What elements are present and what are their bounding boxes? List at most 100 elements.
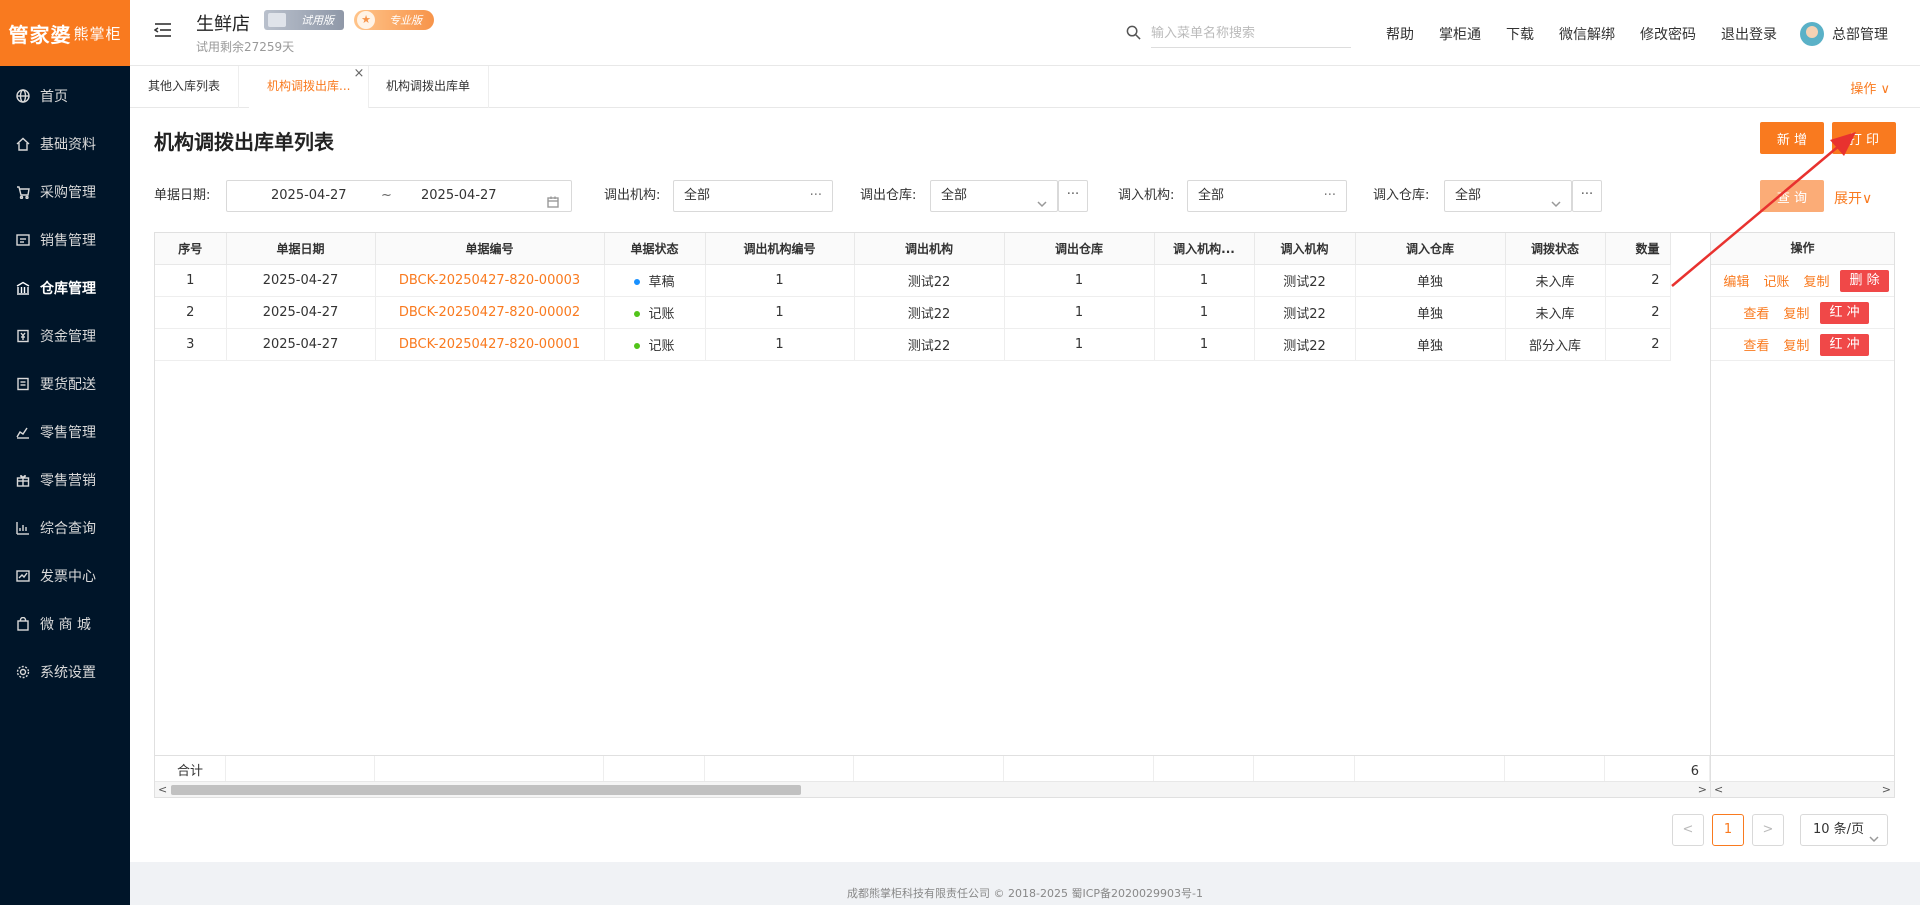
sidebar-item-label: 采购管理 <box>40 185 96 201</box>
table-row[interactable]: 1 2025-04-27 DBCK-20250427-820-00003 草稿 1 测试2… <box>155 264 1671 297</box>
in-wh-label: 调入仓库: <box>1373 188 1430 203</box>
bag-icon <box>16 617 30 631</box>
out-wh-label: 调出仓库: <box>860 188 917 203</box>
expand-filters-link[interactable]: 展开∨ <box>1834 188 1872 208</box>
date-label: 单据日期: <box>154 188 211 203</box>
op-link[interactable]: 记账 <box>1763 271 1789 290</box>
op-link[interactable]: 查看 <box>1743 303 1769 322</box>
date-range-picker[interactable]: 2025-04-27 ~ 2025-04-27 <box>226 180 572 212</box>
column-header[interactable]: 调拨状态 <box>1505 233 1606 265</box>
avatar[interactable] <box>1800 22 1824 46</box>
sidebar-item-10[interactable]: 发票中心 <box>0 552 130 600</box>
header-link-2[interactable]: 下载 <box>1506 24 1534 44</box>
header-link-0[interactable]: 帮助 <box>1386 24 1414 44</box>
sidebar-item-12[interactable]: 系统设置 <box>0 648 130 696</box>
out-wh-more-button[interactable]: ··· <box>1058 180 1088 212</box>
op-link[interactable]: 复制 <box>1803 271 1829 290</box>
print-button[interactable]: 打 印 <box>1832 122 1896 154</box>
tab-org-transfer-outbound-bill[interactable]: 机构调拨出库单 <box>368 66 490 108</box>
op-link[interactable]: 复制 <box>1783 303 1809 322</box>
sidebar-item-4[interactable]: 仓库管理 <box>0 264 130 312</box>
header-link-3[interactable]: 微信解绑 <box>1559 24 1615 44</box>
delete-button[interactable]: 删 除 <box>1840 269 1889 292</box>
column-header[interactable]: 调出仓库 <box>1004 233 1155 265</box>
add-button[interactable]: 新 增 <box>1760 122 1824 154</box>
column-header[interactable]: 单据日期 <box>226 233 376 265</box>
in-wh-select[interactable]: 全部 <box>1444 180 1572 212</box>
page-size-select[interactable]: 10 条/页 <box>1800 814 1888 846</box>
out-org-select[interactable]: 全部 ··· <box>673 180 833 212</box>
page-tabs: 其他入库列表 机构调拨出库... × 机构调拨出库单 操作 ∨ <box>130 66 1920 108</box>
tab-close-icon[interactable]: × <box>354 54 365 94</box>
sidebar-item-1[interactable]: 基础资料 <box>0 120 130 168</box>
in-wh-more-button[interactable]: ··· <box>1572 180 1602 212</box>
date-end[interactable]: 2025-04-27 <box>421 181 497 211</box>
sidebar-item-3[interactable]: 销售管理 <box>0 216 130 264</box>
op-link[interactable]: 复制 <box>1783 335 1809 354</box>
invoice-icon <box>16 569 30 583</box>
scroll-left-icon[interactable]: < <box>1714 782 1723 797</box>
user-menu[interactable]: 总部管理 <box>1800 22 1888 46</box>
column-header[interactable]: 调出机构编号 <box>705 233 855 265</box>
op-link[interactable]: 查看 <box>1743 335 1769 354</box>
ops-horizontal-scrollbar[interactable]: < > <box>1710 781 1894 797</box>
sidebar-item-8[interactable]: 零售营销 <box>0 456 130 504</box>
sidebar-item-7[interactable]: 零售管理 <box>0 408 130 456</box>
scrollbar-thumb[interactable] <box>171 785 801 795</box>
gear-icon <box>16 665 30 679</box>
header-link-4[interactable]: 修改密码 <box>1640 24 1696 44</box>
column-header[interactable]: 单据编号 <box>375 233 605 265</box>
sidebar-item-6[interactable]: 要货配送 <box>0 360 130 408</box>
user-name[interactable]: 总部管理 <box>1832 24 1888 44</box>
date-start[interactable]: 2025-04-27 <box>271 181 347 211</box>
column-header[interactable]: 调入仓库 <box>1355 233 1506 265</box>
red-reverse-button[interactable]: 红 冲 <box>1820 301 1869 324</box>
column-header[interactable]: 调出机构 <box>854 233 1005 265</box>
column-header[interactable]: 序号 <box>155 233 227 265</box>
menu-toggle-icon[interactable] <box>153 22 172 38</box>
header-link-1[interactable]: 掌柜通 <box>1439 24 1481 44</box>
sidebar-item-label: 仓库管理 <box>40 281 96 297</box>
cell-status: 记账 <box>604 328 706 361</box>
out-wh-select[interactable]: 全部 <box>930 180 1058 212</box>
cell-date: 2025-04-27 <box>226 328 376 361</box>
column-header[interactable]: 调入机构 <box>1254 233 1356 265</box>
tabs-operations-dropdown[interactable]: 操作 ∨ <box>1850 78 1890 97</box>
cell-no[interactable]: DBCK-20250427-820-00002 <box>375 296 605 329</box>
main-content: 机构调拨出库单列表 新 增 打 印 单据日期: 2025-04-27 ~ 202… <box>130 108 1920 862</box>
calendar-icon <box>547 190 559 220</box>
query-button[interactable]: 查 询 <box>1760 180 1824 212</box>
horizontal-scrollbar[interactable]: < > <box>155 781 1710 797</box>
column-header[interactable]: 单据状态 <box>604 233 706 265</box>
red-reverse-button[interactable]: 红 冲 <box>1820 333 1869 356</box>
ops-row: 查看 复制红 冲 <box>1711 329 1894 361</box>
scroll-right-icon[interactable]: > <box>1698 782 1707 797</box>
sidebar-item-0[interactable]: 首页 <box>0 72 130 120</box>
sidebar-item-11[interactable]: 微 商 城 <box>0 600 130 648</box>
status-text: 草稿 <box>648 274 675 290</box>
shop-name: 生鲜店 <box>196 14 250 35</box>
tab-org-transfer-outbound[interactable]: 机构调拨出库... × <box>249 66 370 108</box>
cell-no[interactable]: DBCK-20250427-820-00003 <box>375 264 605 297</box>
table-row[interactable]: 3 2025-04-27 DBCK-20250427-820-00001 记账 1 测试2… <box>155 328 1671 361</box>
header-link-5[interactable]: 退出登录 <box>1721 24 1777 44</box>
next-page-button[interactable]: > <box>1752 814 1784 846</box>
cell-out-wh: 1 <box>1004 328 1155 361</box>
op-link[interactable]: 编辑 <box>1723 271 1749 290</box>
sidebar-item-label: 资金管理 <box>40 329 96 345</box>
sidebar-item-9[interactable]: 综合查询 <box>0 504 130 552</box>
scroll-left-icon[interactable]: < <box>158 782 167 797</box>
chevron-down-icon <box>1551 191 1561 208</box>
sidebar-item-2[interactable]: 采购管理 <box>0 168 130 216</box>
tab-other-inbound-list[interactable]: 其他入库列表 <box>130 66 240 108</box>
sidebar-item-5[interactable]: 资金管理 <box>0 312 130 360</box>
column-header[interactable]: 数量 <box>1605 233 1671 265</box>
prev-page-button[interactable]: < <box>1672 814 1704 846</box>
cell-no[interactable]: DBCK-20250427-820-00001 <box>375 328 605 361</box>
menu-search-input[interactable] <box>1151 20 1351 48</box>
table-row[interactable]: 2 2025-04-27 DBCK-20250427-820-00002 记账 1 测试2… <box>155 296 1671 329</box>
in-org-select[interactable]: 全部 ··· <box>1187 180 1347 212</box>
page-1-button[interactable]: 1 <box>1712 814 1744 846</box>
scroll-right-icon[interactable]: > <box>1882 782 1891 797</box>
column-header[interactable]: 调入机构... <box>1154 233 1255 265</box>
